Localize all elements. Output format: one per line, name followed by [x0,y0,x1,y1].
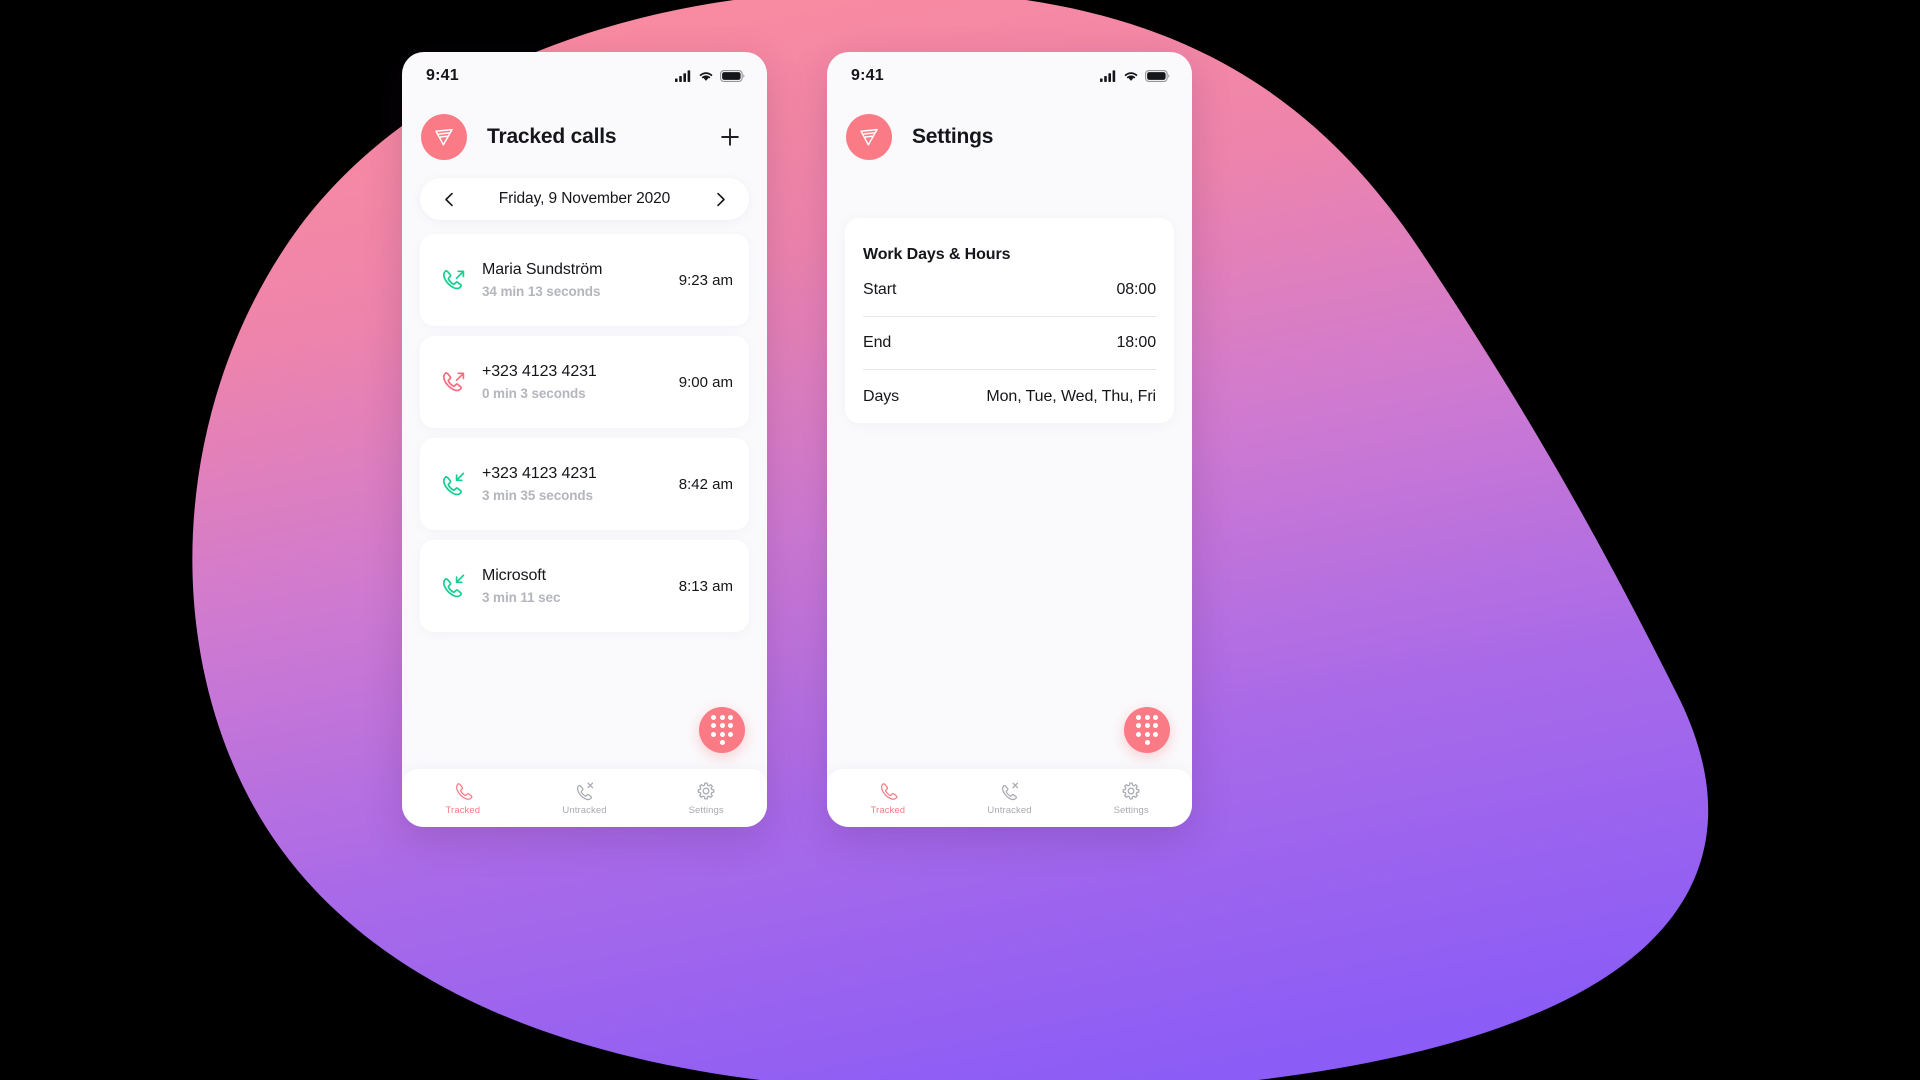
call-time: 9:00 am [678,373,733,391]
call-incoming-icon [436,569,470,603]
call-outgoing-icon [436,365,470,399]
wifi-icon [699,72,713,81]
call-duration: 0 min 3 seconds [482,386,586,401]
status-bar-time: 9:41 [426,67,459,84]
phone-missed-icon [1001,782,1018,800]
canvas: 9:41 Tracked calls Friday, 9 November 20… [0,0,1920,1080]
tab-label-untracked: Untracked [562,804,607,816]
call-list-item[interactable]: +323 4123 4231 0 min 3 seconds 9:00 am [420,336,749,428]
call-contact-name: Microsoft [482,567,546,584]
chevron-left-icon[interactable] [436,186,462,212]
tab-untracked[interactable]: Untracked [949,781,1071,816]
settings-row-value: 08:00 [1116,281,1156,298]
page-title: Settings [912,125,994,148]
date-selector: Friday, 9 November 2020 [420,178,749,220]
tab-label-settings: Settings [1113,804,1149,816]
call-duration: 34 min 13 seconds [482,284,601,299]
settings-row-label: Days [863,387,900,405]
status-bar-icons [675,70,745,82]
call-outgoing-icon [436,263,470,297]
settings-body: Work Days & Hours Start 08:00 End 18:00 … [827,174,1192,769]
tracked-calls-body: Friday, 9 November 2020 Maria Sundström … [402,174,767,769]
tab-label-tracked: Tracked [445,804,481,816]
call-contact-name: Maria Sundström [482,261,603,278]
status-bar: 9:41 [827,52,1192,100]
gear-icon [1122,782,1140,799]
page-title: Tracked calls [487,125,617,148]
work-days-hours-card: Work Days & Hours Start 08:00 End 18:00 … [845,218,1174,423]
dialpad-icon [1136,714,1158,746]
dialpad-fab-button[interactable] [699,707,745,753]
call-contact-name: +323 4123 4231 [482,465,597,482]
call-list-item[interactable]: Maria Sundström 34 min 13 seconds 9:23 a… [420,234,749,326]
call-time: 9:23 am [678,271,733,289]
bottom-tab-bar: Tracked Untracked Settings [827,769,1192,827]
settings-row-end[interactable]: End 18:00 [863,317,1156,370]
status-bar-time: 9:41 [851,67,884,84]
phone-icon [455,782,473,800]
wifi-icon [1124,72,1138,81]
tab-settings[interactable]: Settings [645,781,767,816]
phone-missed-icon [576,782,593,800]
settings-row-days[interactable]: Days Mon, Tue, Wed, Thu, Fri [863,370,1156,423]
settings-row-value: 18:00 [1116,334,1156,351]
plus-icon[interactable] [713,120,747,154]
battery-icon [1145,70,1170,82]
dialpad-fab-button[interactable] [1124,707,1170,753]
status-bar: 9:41 [402,52,767,100]
tab-settings[interactable]: Settings [1070,781,1192,816]
settings-card-title: Work Days & Hours [863,246,1011,263]
tab-label-tracked: Tracked [870,804,906,816]
cellular-signal-icon [675,70,691,82]
call-incoming-icon [436,467,470,501]
dialpad-icon [711,714,733,746]
cellular-signal-icon [1100,70,1116,82]
tab-tracked[interactable]: Tracked [827,781,949,816]
call-duration: 3 min 11 sec [482,590,561,605]
app-header: Settings [827,100,1192,174]
phone-icon [880,782,898,800]
battery-icon [720,70,745,82]
tab-tracked[interactable]: Tracked [402,781,524,816]
status-bar-icons [1100,70,1170,82]
call-list: Maria Sundström 34 min 13 seconds 9:23 a… [420,234,749,632]
settings-row-label: Start [863,281,897,298]
call-list-item[interactable]: +323 4123 4231 3 min 35 seconds 8:42 am [420,438,749,530]
bottom-tab-bar: Tracked Untracked Settings [402,769,767,827]
chevron-right-icon[interactable] [707,186,733,212]
tab-label-settings: Settings [688,804,724,816]
tab-label-untracked: Untracked [987,804,1032,816]
call-time: 8:13 am [678,577,733,595]
settings-row-label: End [863,334,892,351]
gear-icon [697,782,715,799]
call-info: Maria Sundström 34 min 13 seconds [482,261,669,299]
call-list-item[interactable]: Microsoft 3 min 11 sec 8:13 am [420,540,749,632]
app-logo-icon [421,114,467,160]
call-duration: 3 min 35 seconds [482,488,593,503]
call-contact-name: +323 4123 4231 [482,363,597,380]
app-header: Tracked calls [402,100,767,174]
phone-mockup-tracked-calls: 9:41 Tracked calls Friday, 9 November 20… [402,52,767,827]
call-info: Microsoft 3 min 11 sec [482,567,669,605]
settings-row-value: Mon, Tue, Wed, Thu, Fri [986,387,1156,405]
app-logo-icon [846,114,892,160]
call-info: +323 4123 4231 3 min 35 seconds [482,465,669,503]
tab-untracked[interactable]: Untracked [524,781,646,816]
settings-row-start[interactable]: Start 08:00 [863,264,1156,317]
date-label: Friday, 9 November 2020 [498,190,671,207]
phone-mockup-settings: 9:41 Settings Work Days & Hours Start 08… [827,52,1192,827]
call-info: +323 4123 4231 0 min 3 seconds [482,363,669,401]
call-time: 8:42 am [678,475,733,493]
